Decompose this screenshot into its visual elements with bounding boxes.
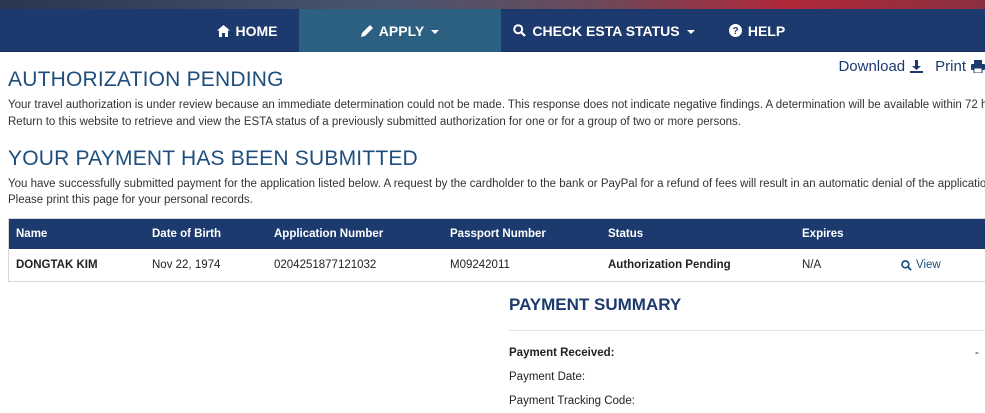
payment-received-value: - xyxy=(975,347,979,359)
payment-summary-title: PAYMENT SUMMARY xyxy=(509,295,682,314)
search-icon xyxy=(513,24,527,37)
applications-table: Name Date of Birth Application Number Pa… xyxy=(8,218,985,282)
payment-title: YOUR PAYMENT HAS BEEN SUBMITTED xyxy=(8,147,418,170)
chevron-down-icon xyxy=(686,29,695,34)
col-dob: Date of Birth xyxy=(152,228,221,240)
table-row: DONGTAK KIM Nov 22, 1974 020425187712103… xyxy=(9,249,985,281)
pencil-icon xyxy=(360,24,373,37)
nav-apply[interactable]: APPLY xyxy=(299,9,501,52)
download-label: Download xyxy=(838,58,906,75)
nav-apply-label: APPLY xyxy=(378,22,425,39)
page-toolbar: Download Print xyxy=(838,58,985,75)
header-banner-strip xyxy=(0,0,985,9)
col-expires: Expires xyxy=(802,228,844,240)
payment-message-line2: Please print this page for your personal… xyxy=(8,194,253,206)
summary-divider xyxy=(509,330,985,331)
search-icon xyxy=(901,259,912,271)
payment-message-line1: You have successfully submitted payment … xyxy=(8,178,985,190)
col-passport-number: Passport Number xyxy=(450,228,546,240)
col-application-number: Application Number xyxy=(274,228,384,240)
row-expires: N/A xyxy=(802,259,822,271)
table-header: Name Date of Birth Application Number Pa… xyxy=(9,219,985,249)
row-dob: Nov 22, 1974 xyxy=(152,259,221,271)
row-passport-number: M09242011 xyxy=(450,259,510,271)
download-button[interactable]: Download xyxy=(838,58,924,75)
print-button[interactable]: Print xyxy=(935,58,985,75)
svg-text:?: ? xyxy=(732,26,738,37)
nav-home-label: HOME xyxy=(235,22,278,39)
view-application-link[interactable]: View xyxy=(901,249,941,281)
home-icon xyxy=(216,24,230,37)
nav-help[interactable]: ? HELP xyxy=(712,9,802,52)
payment-tracking-code-label: Payment Tracking Code: xyxy=(509,395,635,407)
print-icon xyxy=(971,60,985,73)
payment-received-label: Payment Received: xyxy=(509,347,615,359)
row-application-number: 0204251877121032 xyxy=(274,259,377,271)
authorization-message-line1: Your travel authorization is under revie… xyxy=(8,99,985,111)
question-circle-icon: ? xyxy=(728,24,742,37)
col-name: Name xyxy=(16,228,48,240)
nav-check-status-label: CHECK ESTA STATUS xyxy=(532,22,680,39)
row-status: Authorization Pending xyxy=(608,259,731,271)
chevron-down-icon xyxy=(431,29,440,34)
view-label: View xyxy=(916,259,941,271)
print-label: Print xyxy=(935,58,966,75)
authorization-message-line2: Return to this website to retrieve and v… xyxy=(8,116,741,128)
nav-check-status[interactable]: CHECK ESTA STATUS xyxy=(508,9,700,52)
payment-date-label: Payment Date: xyxy=(509,371,586,383)
row-name: DONGTAK KIM xyxy=(16,259,98,271)
authorization-title: AUTHORIZATION PENDING xyxy=(8,68,284,91)
nav-help-label: HELP xyxy=(747,22,786,39)
download-icon xyxy=(910,60,924,73)
nav-home[interactable]: HOME xyxy=(195,9,299,52)
col-status: Status xyxy=(608,228,644,240)
main-nav: HOME APPLY CHECK ESTA STATUS ? HELP xyxy=(0,9,985,52)
